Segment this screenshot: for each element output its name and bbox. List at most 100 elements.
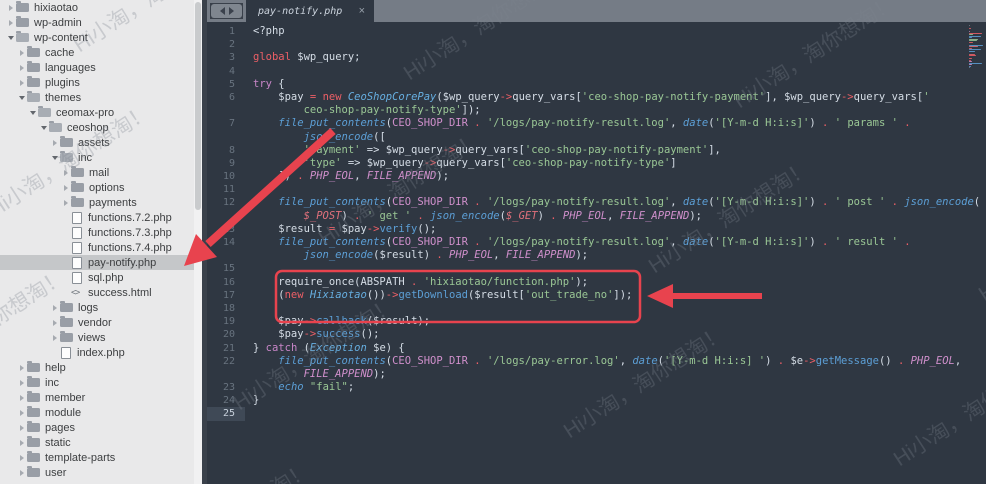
code-line-23[interactable]: 23 echo "fail"; — [207, 381, 986, 394]
code-line-5[interactable]: 5try { — [207, 78, 986, 91]
code-line-3[interactable]: 3global $wp_query; — [207, 51, 986, 64]
code-line-24[interactable]: 24} — [207, 394, 986, 407]
code-line-4[interactable]: 4 — [207, 65, 986, 78]
tree-item-wp-content[interactable]: wp-content — [0, 30, 202, 45]
code-line-9[interactable]: 9 'type' => $wp_query->query_vars['ceo-s… — [207, 157, 986, 170]
tree-item-inc[interactable]: inc — [0, 150, 202, 165]
tree-item-logs[interactable]: logs — [0, 300, 202, 315]
sidebar-scrollbar[interactable] — [194, 0, 202, 484]
tree-item-functions-7-4-php[interactable]: functions.7.4.php — [0, 240, 202, 255]
tree-item-help[interactable]: help — [0, 360, 202, 375]
chevron-right-icon[interactable] — [17, 65, 27, 71]
gutter-line-number — [207, 368, 245, 381]
chevron-right-icon[interactable] — [61, 185, 71, 191]
code-line-18[interactable]: 18 — [207, 302, 986, 315]
chevron-down-icon[interactable] — [17, 96, 27, 100]
tab-scroll-right-icon[interactable] — [229, 7, 234, 15]
tree-item-label: languages — [45, 62, 96, 74]
code-line-21[interactable]: 21} catch (Exception $e) { — [207, 342, 986, 355]
tree-item-functions-7-3-php[interactable]: functions.7.3.php — [0, 225, 202, 240]
chevron-right-icon[interactable] — [61, 170, 71, 176]
minimap[interactable] — [969, 23, 986, 70]
tree-item-plugins[interactable]: plugins — [0, 75, 202, 90]
tree-item-user[interactable]: user — [0, 465, 202, 480]
tree-item-inc[interactable]: inc — [0, 375, 202, 390]
tree-item-static[interactable]: static — [0, 435, 202, 450]
tree-item-cache[interactable]: cache — [0, 45, 202, 60]
code-line-1[interactable]: 1<?php — [207, 25, 986, 38]
code-area[interactable]: 1<?php23global $wp_query;45try {6 $pay =… — [207, 22, 986, 484]
tree-item-wp-admin[interactable]: wp-admin — [0, 15, 202, 30]
chevron-right-icon[interactable] — [17, 50, 27, 56]
tree-item-member[interactable]: member — [0, 390, 202, 405]
code-line-2[interactable]: 2 — [207, 38, 986, 51]
chevron-right-icon[interactable] — [50, 140, 60, 146]
gutter-line-number: 23 — [207, 381, 245, 394]
code-line-22[interactable]: 22 file_put_contents(CEO_SHOP_DIR . '/lo… — [207, 355, 986, 368]
chevron-right-icon[interactable] — [17, 440, 27, 446]
tab-pay-notify[interactable]: pay-notify.php × — [246, 0, 374, 22]
tree-item-hixiaotao[interactable]: hixiaotao — [0, 0, 202, 15]
chevron-right-icon[interactable] — [6, 5, 16, 11]
folder-icon — [27, 453, 40, 462]
chevron-right-icon[interactable] — [17, 80, 27, 86]
sidebar-scrollbar-thumb[interactable] — [195, 2, 201, 210]
code-line-6[interactable]: 6 $pay = new CeoShopCorePay($wp_query->q… — [207, 91, 986, 104]
tree-item-module[interactable]: module — [0, 405, 202, 420]
close-icon[interactable]: × — [359, 5, 374, 17]
code-line-wrap[interactable]: json_encode([ — [207, 131, 986, 144]
code-line-10[interactable]: 10 ]) . PHP_EOL, FILE_APPEND); — [207, 170, 986, 183]
code-line-13[interactable]: 13 $result = $pay->verify(); — [207, 223, 986, 236]
code-line-11[interactable]: 11 — [207, 183, 986, 196]
chevron-right-icon[interactable] — [17, 455, 27, 461]
code-line-wrap[interactable]: json_encode($result) . PHP_EOL, FILE_APP… — [207, 249, 986, 262]
tree-item-pay-notify-php[interactable]: pay-notify.php — [0, 255, 202, 270]
chevron-right-icon[interactable] — [6, 20, 16, 26]
code-line-15[interactable]: 15 — [207, 262, 986, 275]
code-line-19[interactable]: 19 $pay->callback($result); — [207, 315, 986, 328]
code-line-wrap[interactable]: ceo-shop-pay-notify-type']); — [207, 104, 986, 117]
tree-item-vendor[interactable]: vendor — [0, 315, 202, 330]
tree-item-views[interactable]: views — [0, 330, 202, 345]
chevron-right-icon[interactable] — [50, 305, 60, 311]
chevron-right-icon[interactable] — [17, 470, 27, 476]
chevron-down-icon[interactable] — [28, 111, 38, 115]
tree-item-assets[interactable]: assets — [0, 135, 202, 150]
tree-item-options[interactable]: options — [0, 180, 202, 195]
code-line-8[interactable]: 8 'payment' => $wp_query->query_vars['ce… — [207, 144, 986, 157]
code-line-7[interactable]: 7 file_put_contents(CEO_SHOP_DIR . '/log… — [207, 117, 986, 130]
tree-item-ceomax-pro[interactable]: ceomax-pro — [0, 105, 202, 120]
chevron-right-icon[interactable] — [17, 395, 27, 401]
code-line-wrap[interactable]: FILE_APPEND); — [207, 368, 986, 381]
chevron-right-icon[interactable] — [17, 425, 27, 431]
tree-item-languages[interactable]: languages — [0, 60, 202, 75]
chevron-right-icon[interactable] — [50, 320, 60, 326]
tree-item-functions-7-2-php[interactable]: functions.7.2.php — [0, 210, 202, 225]
code-line-17[interactable]: 17 (new Hixiaotao())->getDownload($resul… — [207, 289, 986, 302]
tab-scroll-left-icon[interactable] — [220, 7, 225, 15]
chevron-right-icon[interactable] — [17, 410, 27, 416]
chevron-down-icon[interactable] — [50, 156, 60, 160]
chevron-down-icon[interactable] — [39, 126, 49, 130]
chevron-right-icon[interactable] — [17, 365, 27, 371]
tree-item-payments[interactable]: payments — [0, 195, 202, 210]
chevron-down-icon[interactable] — [6, 36, 16, 40]
code-line-14[interactable]: 14 file_put_contents(CEO_SHOP_DIR . '/lo… — [207, 236, 986, 249]
code-line-16[interactable]: 16 require_once(ABSPATH . 'hixiaotao/fun… — [207, 276, 986, 289]
tree-item-success-html[interactable]: <>success.html — [0, 285, 202, 300]
tree-item-sql-php[interactable]: sql.php — [0, 270, 202, 285]
chevron-right-icon[interactable] — [50, 335, 60, 341]
code-line-12[interactable]: 12 file_put_contents(CEO_SHOP_DIR . '/lo… — [207, 196, 986, 209]
tree-item-index-php[interactable]: index.php — [0, 345, 202, 360]
chevron-right-icon[interactable] — [17, 380, 27, 386]
chevron-right-icon[interactable] — [61, 200, 71, 206]
gutter-line-number: 25 — [207, 407, 245, 420]
tree-item-themes[interactable]: themes — [0, 90, 202, 105]
code-line-20[interactable]: 20 $pay->success(); — [207, 328, 986, 341]
code-line-25[interactable]: 25 — [207, 407, 986, 420]
tree-item-pages[interactable]: pages — [0, 420, 202, 435]
tree-item-template-parts[interactable]: template-parts — [0, 450, 202, 465]
tree-item-ceoshop[interactable]: ceoshop — [0, 120, 202, 135]
tree-item-mail[interactable]: mail — [0, 165, 202, 180]
code-line-wrap[interactable]: $_POST) . ' get ' . json_encode($_GET) .… — [207, 210, 986, 223]
